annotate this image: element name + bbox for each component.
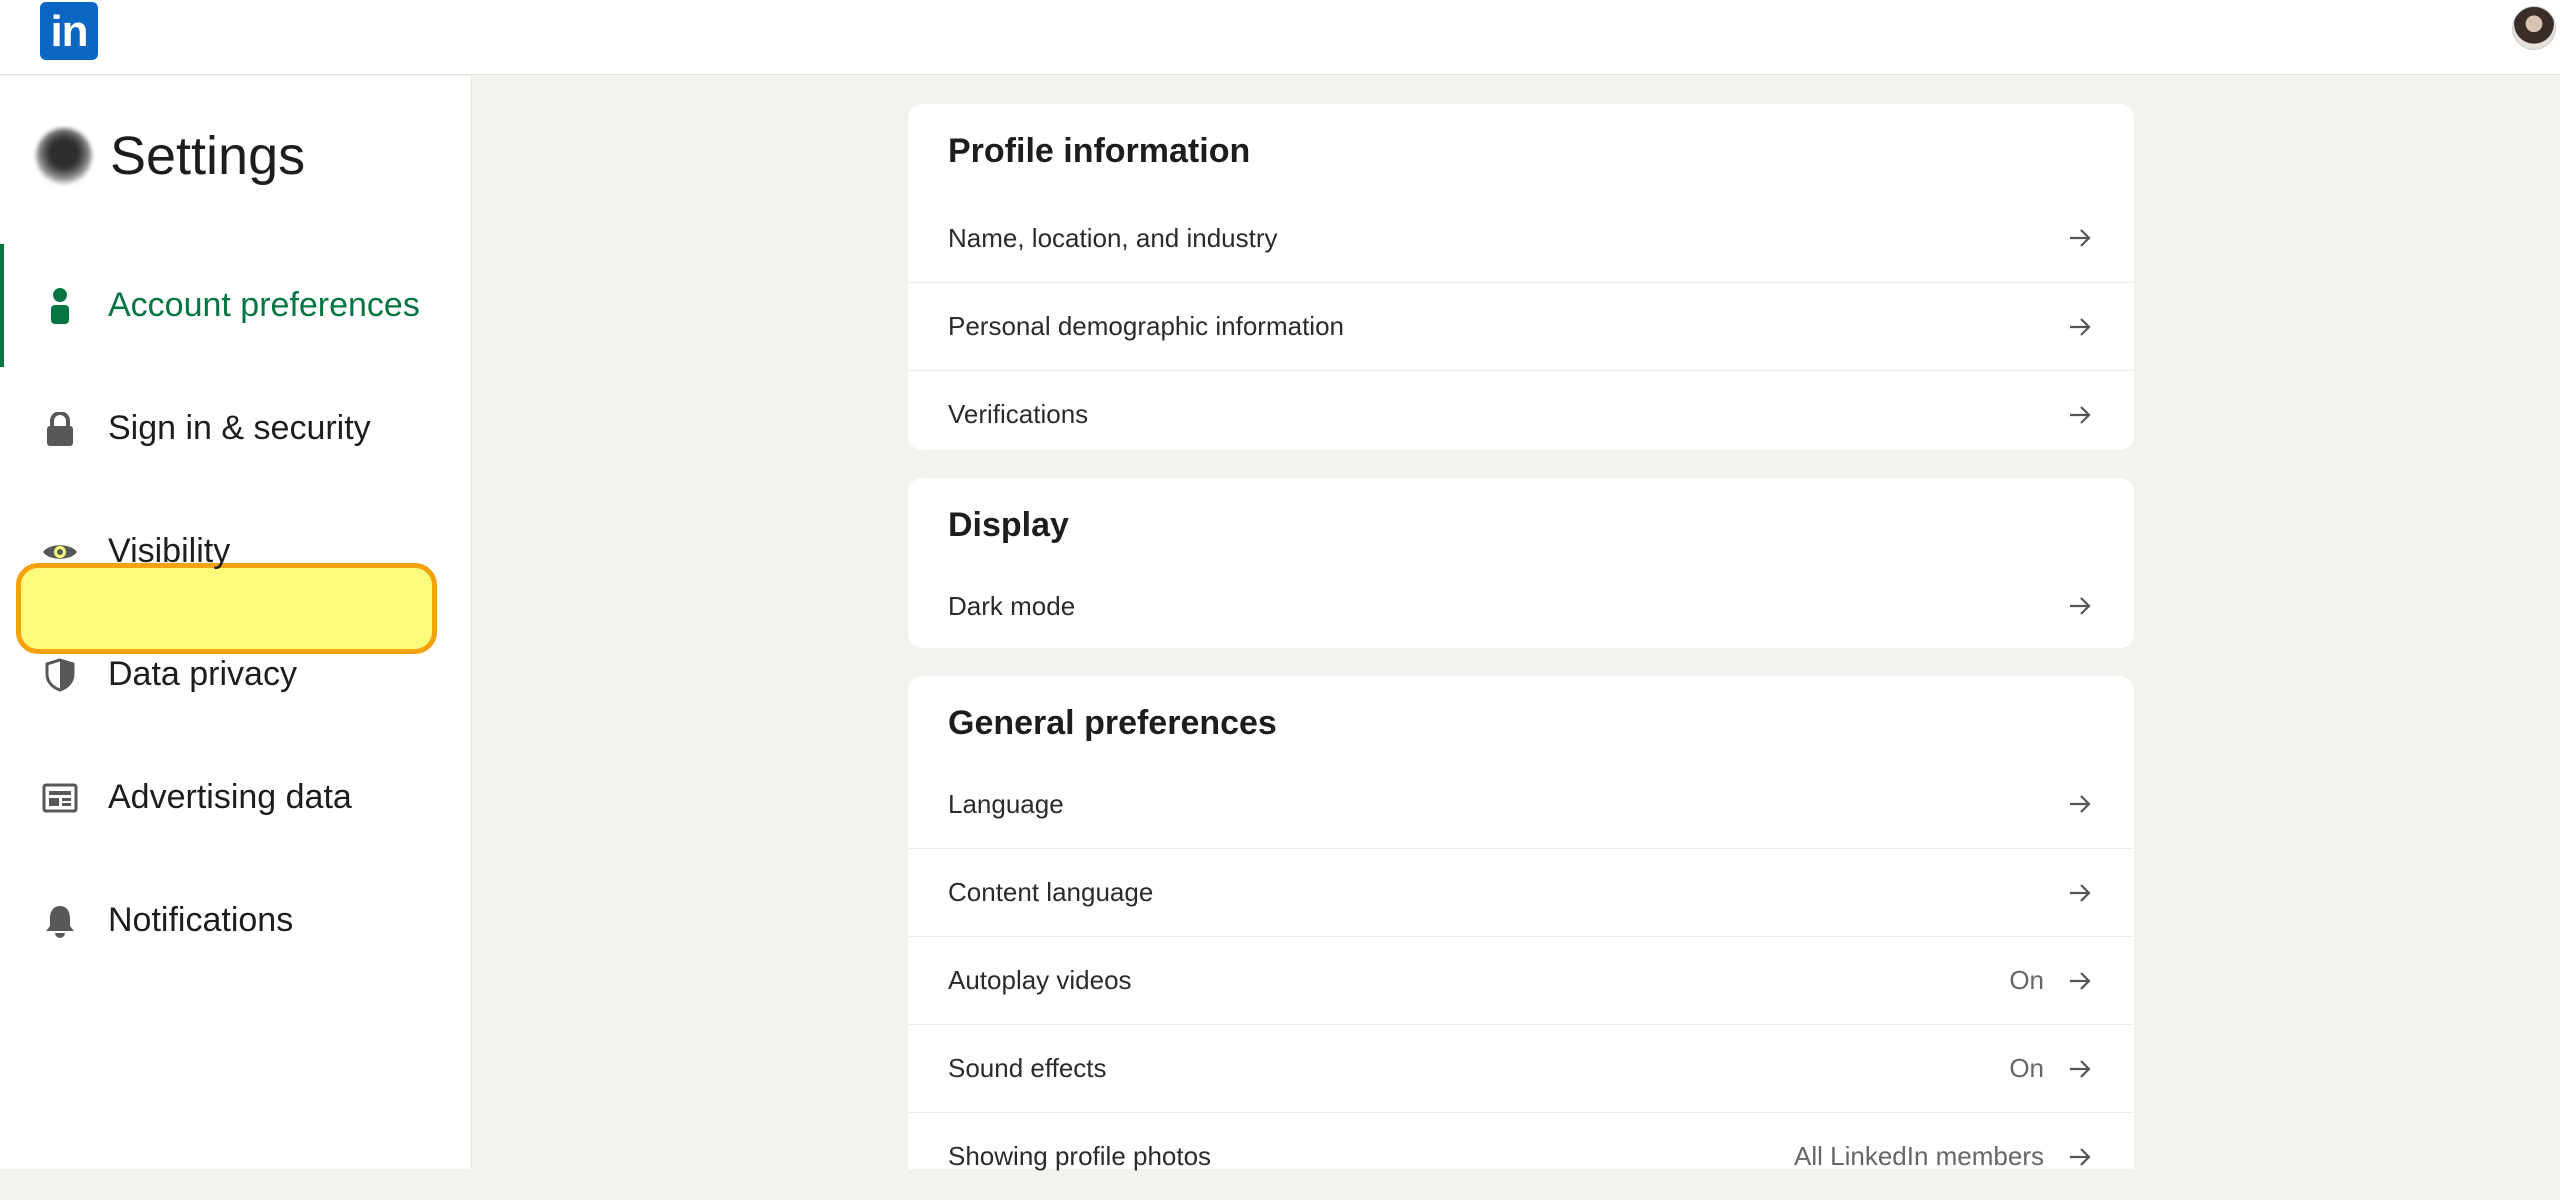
row-label: Personal demographic information xyxy=(948,311,1344,341)
row-value: On xyxy=(2009,1053,2044,1083)
row-verifications[interactable]: Verifications xyxy=(908,370,2134,458)
linkedin-logo[interactable]: in xyxy=(40,2,98,60)
row-language[interactable]: Language xyxy=(908,760,2134,848)
row-content-language[interactable]: Content language xyxy=(908,848,2134,936)
arrow-right-icon xyxy=(2066,401,2094,429)
settings-header: Settings xyxy=(36,116,305,196)
eye-icon xyxy=(40,532,80,572)
top-nav-bar: in xyxy=(0,0,2560,75)
row-label: Showing profile photos xyxy=(948,1141,1212,1171)
row-value: All LinkedIn members xyxy=(1794,1141,2044,1171)
page-title: Settings xyxy=(110,126,306,186)
row-label: Verifications xyxy=(948,399,1089,429)
arrow-right-icon xyxy=(2066,313,2094,341)
sidebar-item-visibility[interactable]: Visibility xyxy=(0,490,472,613)
person-icon xyxy=(40,286,80,326)
profile-information-card: Profile information Name, location, and … xyxy=(908,104,2134,450)
row-name-location-industry[interactable]: Name, location, and industry xyxy=(908,194,2134,282)
profile-avatar[interactable] xyxy=(2512,6,2556,50)
sidebar-item-label: Account preferences xyxy=(108,286,420,324)
row-label: Name, location, and industry xyxy=(948,222,1278,253)
section-title: Profile information xyxy=(948,132,1251,170)
row-label: Content language xyxy=(948,877,1154,907)
row-label: Sound effects xyxy=(948,1053,1107,1083)
row-label: Language xyxy=(948,788,1064,819)
row-dark-mode[interactable]: Dark mode xyxy=(908,562,2134,650)
arrow-right-icon xyxy=(2066,224,2094,252)
bell-icon xyxy=(40,901,80,941)
row-sound-effects[interactable]: Sound effects On xyxy=(908,1024,2134,1112)
sidebar-item-label: Data privacy xyxy=(108,655,297,693)
row-autoplay-videos[interactable]: Autoplay videos On xyxy=(908,936,2134,1024)
settings-sidebar: Settings Account preferences Sign in & s… xyxy=(0,76,472,1169)
row-label: Dark mode xyxy=(948,590,1076,621)
sidebar-item-label: Advertising data xyxy=(108,778,352,816)
arrow-right-icon xyxy=(2066,879,2094,907)
row-value: On xyxy=(2009,965,2044,995)
arrow-right-icon xyxy=(2066,967,2094,995)
section-title: Display xyxy=(948,506,1069,544)
display-card: Display Dark mode xyxy=(908,478,2134,648)
sidebar-item-label: Notifications xyxy=(108,901,294,939)
sidebar-item-account-preferences[interactable]: Account preferences xyxy=(0,244,472,367)
row-label: Autoplay videos xyxy=(948,965,1132,995)
sidebar-item-notifications[interactable]: Notifications xyxy=(0,859,472,982)
section-title: General preferences xyxy=(948,704,1277,742)
row-personal-demographic[interactable]: Personal demographic information xyxy=(908,282,2134,370)
settings-nav: Account preferences Sign in & security V… xyxy=(0,244,472,982)
arrow-right-icon xyxy=(2066,790,2094,818)
sidebar-item-data-privacy[interactable]: Data privacy xyxy=(0,613,472,736)
arrow-right-icon xyxy=(2066,1055,2094,1083)
arrow-right-icon xyxy=(2066,592,2094,620)
lock-icon xyxy=(40,409,80,449)
sidebar-item-label: Visibility xyxy=(108,532,231,570)
sidebar-item-sign-in-security[interactable]: Sign in & security xyxy=(0,367,472,490)
sidebar-item-label: Sign in & security xyxy=(108,409,371,447)
ad-card-icon xyxy=(40,778,80,818)
user-avatar xyxy=(36,128,92,184)
arrow-right-icon xyxy=(2066,1143,2094,1171)
sidebar-item-advertising-data[interactable]: Advertising data xyxy=(0,736,472,859)
row-showing-profile-photos[interactable]: Showing profile photos All LinkedIn memb… xyxy=(908,1112,2134,1200)
general-preferences-card: General preferences Language Content lan… xyxy=(908,676,2134,1171)
shield-icon xyxy=(40,655,80,695)
